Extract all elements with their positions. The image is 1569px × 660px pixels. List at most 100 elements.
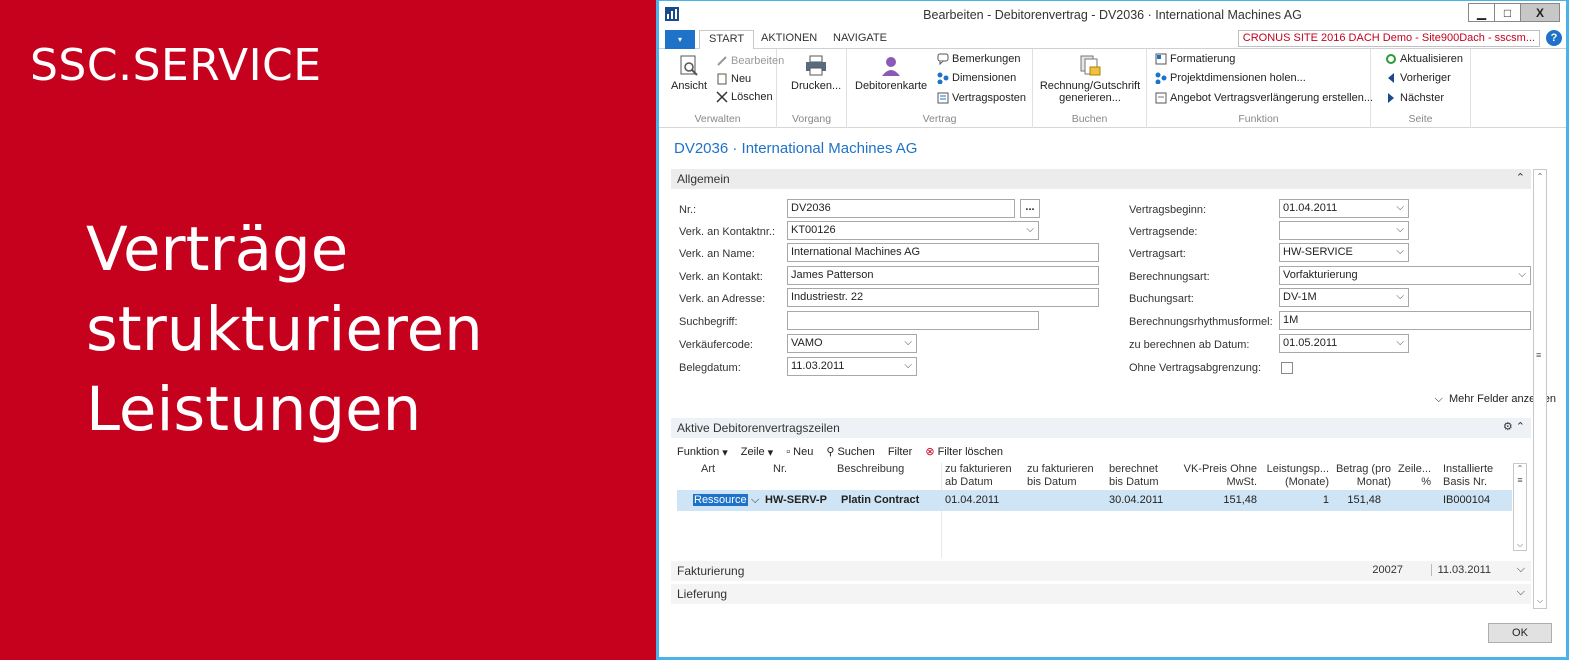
cell-beschreibung[interactable]: Platin Contract [841,494,919,506]
clear-filter-icon: ⊗ [925,446,935,458]
ansicht-label: Ansicht [671,80,708,92]
field-vertragsende[interactable]: ⌵ [1279,221,1409,240]
col-art[interactable]: Art [701,463,715,476]
col-zeile-prozent[interactable]: Zeile... % [1397,463,1431,489]
field-name[interactable]: International Machines AG [787,243,1099,262]
formatting-icon [1155,53,1167,65]
rechnung-gutschrift-button[interactable]: Rechnung/Gutschrift generieren... [1039,55,1141,104]
field-verkaeufercode[interactable]: VAMO ⌵ [787,334,917,353]
maximize-button[interactable]: □ [1494,3,1521,22]
field-vertragsart[interactable]: HW-SERVICE ⌵ [1279,243,1409,262]
tab-aktionen[interactable]: AKTIONEN [761,32,817,44]
aktualisieren-label: Aktualisieren [1400,53,1463,65]
chevron-down-icon[interactable]: ⌵ [1517,563,1525,576]
cell-preis[interactable]: 151,48 [1217,494,1257,506]
cell-monate[interactable]: 1 [1289,494,1329,506]
line-neu-button[interactable]: ▫ Neu [786,446,813,458]
cell-art[interactable]: Ressource [693,494,748,506]
company-site-label[interactable]: CRONUS SITE 2016 DACH Demo - Site900Dach… [1237,30,1540,47]
col-basis-nr[interactable]: Installierte Basis Nr. [1443,463,1509,489]
field-adresse[interactable]: Industriestr. 22 [787,288,1099,307]
formatierung-button[interactable]: Formatierung [1155,53,1235,65]
scroll-grip-icon[interactable]: ≡ [1536,350,1541,360]
zeile-menu[interactable]: Zeile ▾ [741,446,773,459]
page-scrollbar[interactable]: ⌃ ≡ ⌵ [1533,169,1547,609]
aktualisieren-button[interactable]: Aktualisieren [1385,53,1463,65]
col-beschreibung[interactable]: Beschreibung [837,463,904,476]
cell-berechnet[interactable]: 30.04.2011 [1109,494,1163,506]
col-berechnet-bis[interactable]: berechnet bis Datum [1109,463,1165,489]
arrow-left-icon [1385,72,1397,84]
cell-betrag[interactable]: 151,48 [1341,494,1381,506]
dimensionen-button[interactable]: Dimensionen [937,72,1016,85]
grid-scrollbar[interactable]: ⌃ ≡ ⌵ [1513,463,1527,551]
bemerkungen-button[interactable]: Bemerkungen [937,53,1021,66]
col-fakt-bis[interactable]: zu fakturieren bis Datum [1027,463,1099,489]
field-suchbegriff[interactable] [787,311,1039,330]
loeschen-button[interactable]: Löschen [716,91,773,103]
tab-navigate[interactable]: NAVIGATE [833,32,887,44]
vorheriger-label: Vorheriger [1400,72,1451,84]
tab-start[interactable]: START [699,30,755,50]
scroll-down-icon[interactable]: ⌵ [1514,540,1526,550]
field-vertragsbeginn[interactable]: 01.04.2011 ⌵ [1279,199,1409,218]
filter-button[interactable]: Filter [888,446,912,458]
field-buchungsart[interactable]: DV-1M ⌵ [1279,288,1409,307]
section-fakturierung[interactable]: Fakturierung 20027 11.03.2011 ⌵ [671,561,1531,581]
scroll-up-icon[interactable]: ⌃ [1534,170,1546,184]
projektdimensionen-button[interactable]: Projektdimensionen holen... [1155,72,1306,85]
col-vk-preis[interactable]: VK-Preis Ohne MwSt. [1175,463,1257,489]
col-nr[interactable]: Nr. [773,463,787,476]
cell-basis[interactable]: IB000104 [1443,494,1490,506]
neu-button[interactable]: * Neu [716,73,751,85]
projektdimensionen-label: Projektdimensionen holen... [1170,72,1306,84]
col-fakt-ab[interactable]: zu fakturieren ab Datum [945,463,1017,489]
loeschen-label: Löschen [731,91,773,103]
cell-fakt-ab[interactable]: 01.04.2011 [945,494,999,506]
ok-button[interactable]: OK [1488,623,1552,643]
close-button[interactable]: X [1520,3,1560,22]
label-nr: Nr.: [679,204,697,216]
field-berechnen-ab[interactable]: 01.05.2011 ⌵ [1279,334,1409,353]
file-menu-button[interactable]: ▾ [665,30,695,49]
section-lieferung[interactable]: Lieferung ⌵ [671,584,1531,604]
scroll-down-icon[interactable]: ⌵ [1534,594,1546,608]
headline-line-2: strukturieren [86,294,483,365]
binoculars-icon: ⚲ [826,446,835,458]
chevron-down-icon[interactable]: ⌵ [1517,586,1525,599]
lookup-button[interactable]: ... [1020,199,1040,218]
field-vertragsbeginn-value: 01.04.2011 [1283,202,1338,214]
filter-loeschen-button[interactable]: ⊗ Filter löschen [925,445,1003,459]
field-berechnungsart-value: Vorfakturierung [1283,269,1358,281]
vorheriger-button[interactable]: Vorheriger [1385,72,1451,84]
minimize-button[interactable]: ▁ [1468,3,1495,22]
suchen-button[interactable]: ⚲ Suchen [826,445,874,459]
angebot-button[interactable]: Angebot Vertragsverlängerung erstellen..… [1155,92,1373,104]
ansicht-button[interactable]: Ansicht [671,55,707,92]
field-berechnungsart[interactable]: Vorfakturierung ⌵ [1279,266,1531,285]
field-rhythmusformel[interactable]: 1M [1279,311,1531,330]
col-betrag[interactable]: Betrag (pro Monat) [1335,463,1391,489]
scroll-up-icon[interactable]: ⌃ [1514,464,1526,473]
bearbeiten-button[interactable]: Bearbeiten [716,55,784,67]
field-kontaktnr[interactable]: KT00126 ⌵ [787,221,1039,240]
drucken-button[interactable]: Drucken... [791,55,841,92]
funktion-menu[interactable]: Funktion ▾ [677,446,728,459]
section-allgemein[interactable]: Allgemein ⌃ [671,169,1531,189]
chevron-down-icon[interactable]: ⌵ [751,494,759,507]
field-kontakt[interactable]: James Patterson [787,266,1099,285]
field-nr[interactable]: DV2036 [787,199,1015,218]
chevron-up-icon[interactable]: ⚙ ⌃ [1503,420,1525,433]
debitorenkarte-button[interactable]: Debitorenkarte [855,55,927,92]
fakturierung-value-1: 20027 [1372,564,1403,576]
cell-nr[interactable]: HW-SERV-P [765,494,827,506]
help-icon[interactable]: ? [1546,30,1562,46]
naechster-button[interactable]: Nächster [1385,92,1444,104]
checkbox-ohne-vertragsabgrenzung[interactable] [1281,362,1293,374]
field-belegdatum[interactable]: 11.03.2011 ⌵ [787,357,917,376]
col-leistungsperiode[interactable]: Leistungsp... (Monate) [1263,463,1329,489]
vertragsposten-button[interactable]: Vertragsposten [937,92,1026,104]
chevron-up-icon[interactable]: ⌃ [1516,171,1525,184]
scroll-grip-icon[interactable]: ≡ [1514,475,1526,485]
section-vertragszeilen[interactable]: Aktive Debitorenvertragszeilen ⚙ ⌃ [671,418,1531,438]
